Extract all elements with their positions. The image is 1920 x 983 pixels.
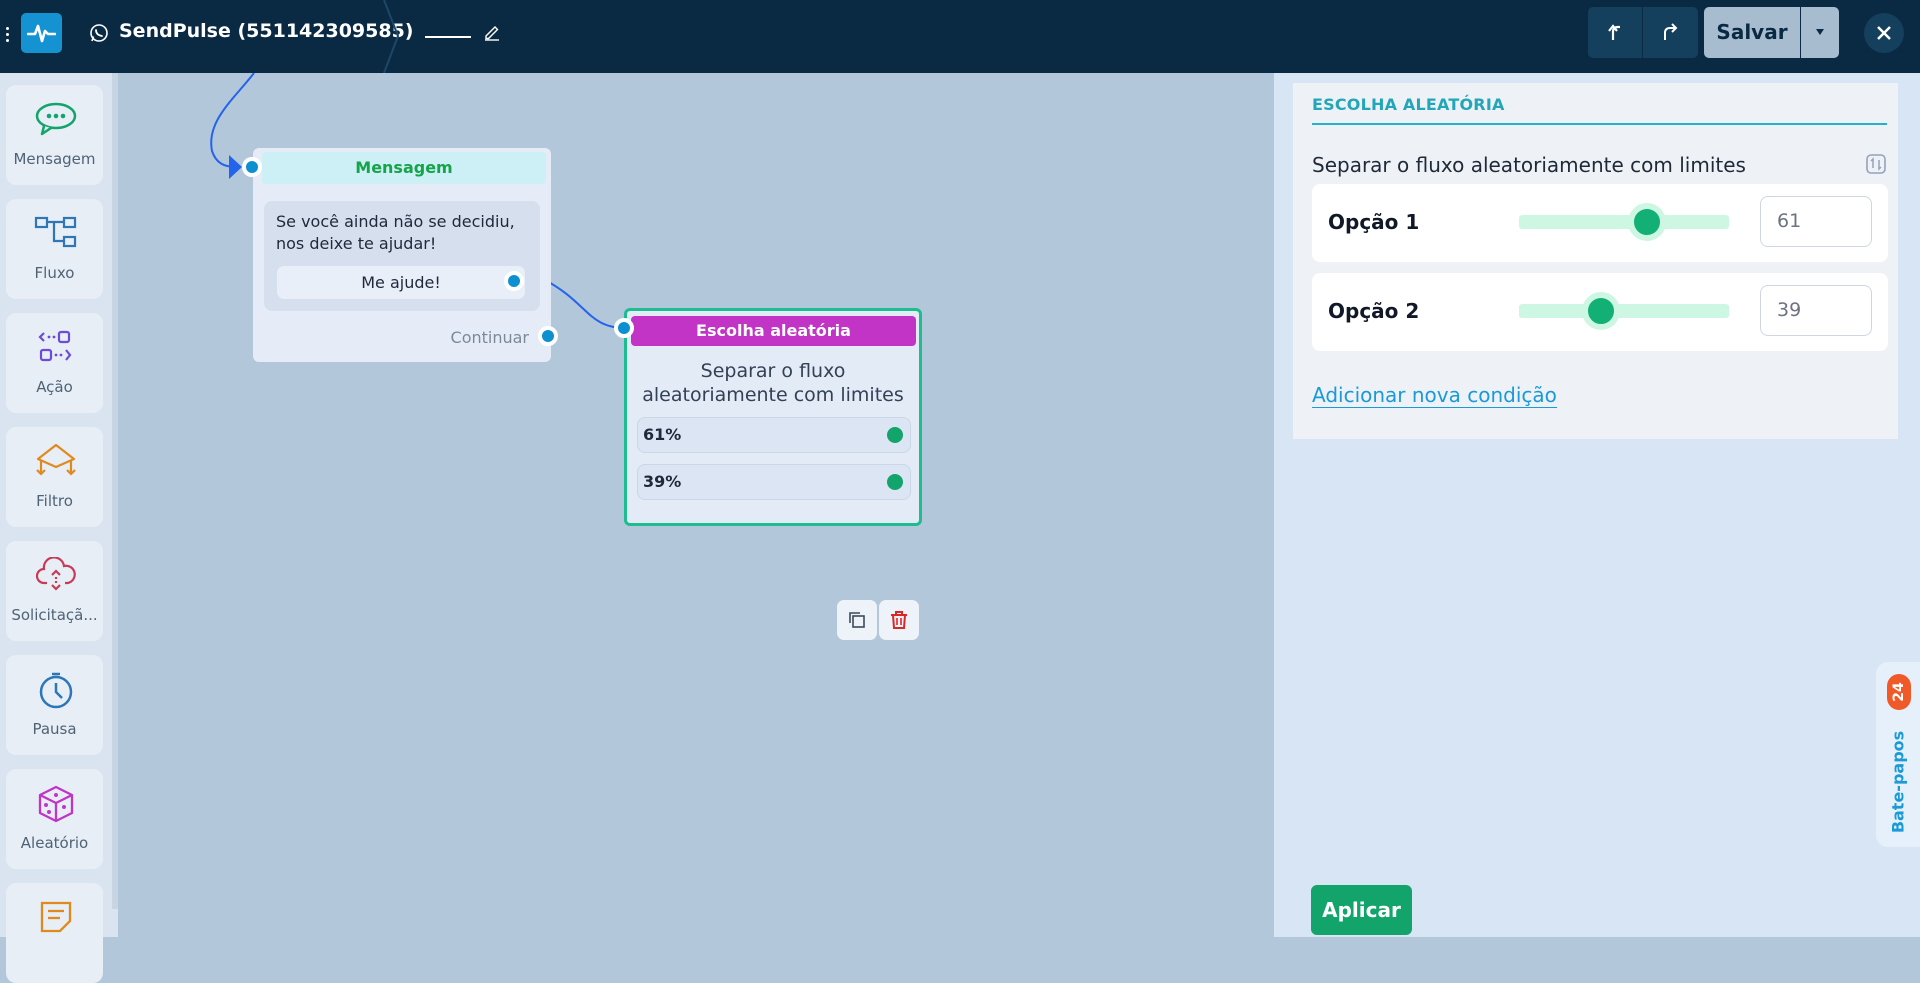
menu-dots-icon[interactable] bbox=[2, 24, 12, 48]
message-bubble: Se você ainda não se decidiu, nos deixe … bbox=[264, 201, 540, 311]
close-button[interactable] bbox=[1864, 13, 1904, 53]
edit-icon[interactable] bbox=[483, 23, 501, 45]
save-dropdown-button[interactable] bbox=[1801, 7, 1839, 58]
message-node[interactable]: Mensagem Se você ainda não se decidiu, n… bbox=[253, 148, 551, 362]
option-1-value-input[interactable]: 61 bbox=[1760, 196, 1872, 247]
option-2-value-input[interactable]: 39 bbox=[1760, 285, 1872, 336]
option-2-slider-track[interactable] bbox=[1519, 304, 1729, 318]
option-2-output-port[interactable] bbox=[887, 474, 903, 490]
tool-action[interactable]: Ação bbox=[6, 313, 103, 413]
message-node-title: Mensagem bbox=[262, 152, 546, 184]
chat-bubble-icon bbox=[35, 102, 77, 136]
add-condition-link[interactable]: Adicionar nova condição bbox=[1312, 383, 1557, 408]
chats-count: 24 bbox=[1891, 682, 1907, 702]
top-bar: SendPulse (551142309585) Salvar bbox=[0, 0, 1920, 73]
delete-node-button[interactable] bbox=[879, 600, 919, 640]
option-1-card: Opção 1 61 bbox=[1312, 184, 1888, 262]
message-quick-reply-button[interactable]: Me ajude! bbox=[277, 266, 525, 299]
tool-request-label: Solicitaçã... bbox=[11, 606, 98, 624]
breadcrumb-separator-icon bbox=[383, 0, 400, 73]
trash-icon bbox=[891, 611, 907, 629]
flow-name-field[interactable] bbox=[425, 36, 471, 38]
tool-request[interactable]: Solicitaçã... bbox=[6, 541, 103, 641]
message-input-port[interactable] bbox=[242, 157, 262, 177]
tool-note[interactable] bbox=[6, 883, 103, 983]
flow-canvas[interactable]: Mensagem Se você ainda não se decidiu, n… bbox=[118, 73, 1274, 937]
tool-pause[interactable]: Pausa bbox=[6, 655, 103, 755]
tool-filter-label: Filtro bbox=[36, 492, 73, 510]
save-button[interactable]: Salvar bbox=[1704, 7, 1800, 58]
random-option-2-percent: 39% bbox=[643, 472, 682, 491]
option-2-label: Opção 2 bbox=[1328, 299, 1420, 323]
whatsapp-icon bbox=[89, 23, 109, 47]
panel-description: Separar o fluxo aleatoriamente com limit… bbox=[1312, 153, 1746, 177]
action-icon bbox=[38, 330, 72, 362]
filter-icon bbox=[36, 443, 76, 476]
flow-icon bbox=[34, 216, 77, 248]
option-1-label: Opção 1 bbox=[1328, 210, 1420, 234]
option-2-slider-thumb[interactable] bbox=[1581, 292, 1620, 330]
panel-title: ESCOLHA ALEATÓRIA bbox=[1312, 95, 1505, 114]
sendpulse-logo[interactable] bbox=[21, 13, 62, 53]
random-node-description: Separar o fluxo aleatoriamente com limit… bbox=[642, 360, 904, 406]
close-icon bbox=[1877, 26, 1891, 40]
duplicate-node-button[interactable] bbox=[837, 600, 877, 640]
settings-panel: ESCOLHA ALEATÓRIA Separar o fluxo aleato… bbox=[1274, 73, 1920, 937]
timer-icon bbox=[39, 672, 73, 709]
redo-icon bbox=[1664, 23, 1678, 40]
tool-action-label: Ação bbox=[36, 378, 73, 396]
tool-message[interactable]: Mensagem bbox=[6, 85, 103, 185]
tool-random-label: Aleatório bbox=[20, 834, 89, 852]
random-option-1: 61% bbox=[637, 417, 911, 453]
chevron-down-icon bbox=[1816, 29, 1824, 35]
chats-tab[interactable]: 24 Bate-papos bbox=[1876, 662, 1920, 847]
button-output-port[interactable] bbox=[504, 271, 524, 291]
panel-title-underline bbox=[1312, 123, 1887, 125]
tool-flow-label: Fluxo bbox=[34, 264, 75, 282]
random-node-title: Escolha aleatória bbox=[631, 316, 916, 346]
tool-sidebar: Mensagem Fluxo Ação Filtro Solicitaçã...… bbox=[0, 73, 118, 983]
tool-flow[interactable]: Fluxo bbox=[6, 199, 103, 299]
chats-count-badge: 24 bbox=[1887, 674, 1911, 710]
option-1-slider-thumb[interactable] bbox=[1628, 203, 1667, 241]
random-option-1-percent: 61% bbox=[643, 425, 682, 444]
limits-toggle-icon[interactable] bbox=[1865, 153, 1887, 179]
chats-label: Bate-papos bbox=[1888, 730, 1908, 834]
bot-name: SendPulse (551142309585) bbox=[119, 20, 414, 42]
tool-filter[interactable]: Filtro bbox=[6, 427, 103, 527]
tool-random[interactable]: Aleatório bbox=[6, 769, 103, 869]
random-choice-node[interactable]: Escolha aleatória Separar o fluxo aleato… bbox=[624, 308, 922, 526]
undo-button[interactable] bbox=[1588, 7, 1642, 58]
continue-output-port[interactable] bbox=[538, 326, 558, 346]
note-icon bbox=[40, 901, 72, 933]
random-option-2: 39% bbox=[637, 464, 911, 500]
message-text: Se você ainda não se decidiu, nos deixe … bbox=[276, 212, 515, 253]
tool-message-label: Mensagem bbox=[13, 150, 96, 168]
tool-pause-label: Pausa bbox=[32, 720, 77, 738]
random-settings-card: ESCOLHA ALEATÓRIA Separar o fluxo aleato… bbox=[1293, 83, 1898, 439]
redo-button[interactable] bbox=[1643, 7, 1698, 58]
option-2-card: Opção 2 39 bbox=[1312, 273, 1888, 351]
continue-label: Continuar bbox=[450, 328, 529, 347]
dice-icon bbox=[38, 785, 74, 823]
apply-button[interactable]: Aplicar bbox=[1311, 885, 1412, 935]
cloud-request-icon bbox=[35, 557, 76, 591]
random-input-port[interactable] bbox=[614, 318, 634, 338]
option-1-output-port[interactable] bbox=[887, 427, 903, 443]
option-1-slider-track[interactable] bbox=[1519, 215, 1729, 229]
undo-icon bbox=[1608, 24, 1620, 40]
copy-icon bbox=[849, 612, 865, 628]
